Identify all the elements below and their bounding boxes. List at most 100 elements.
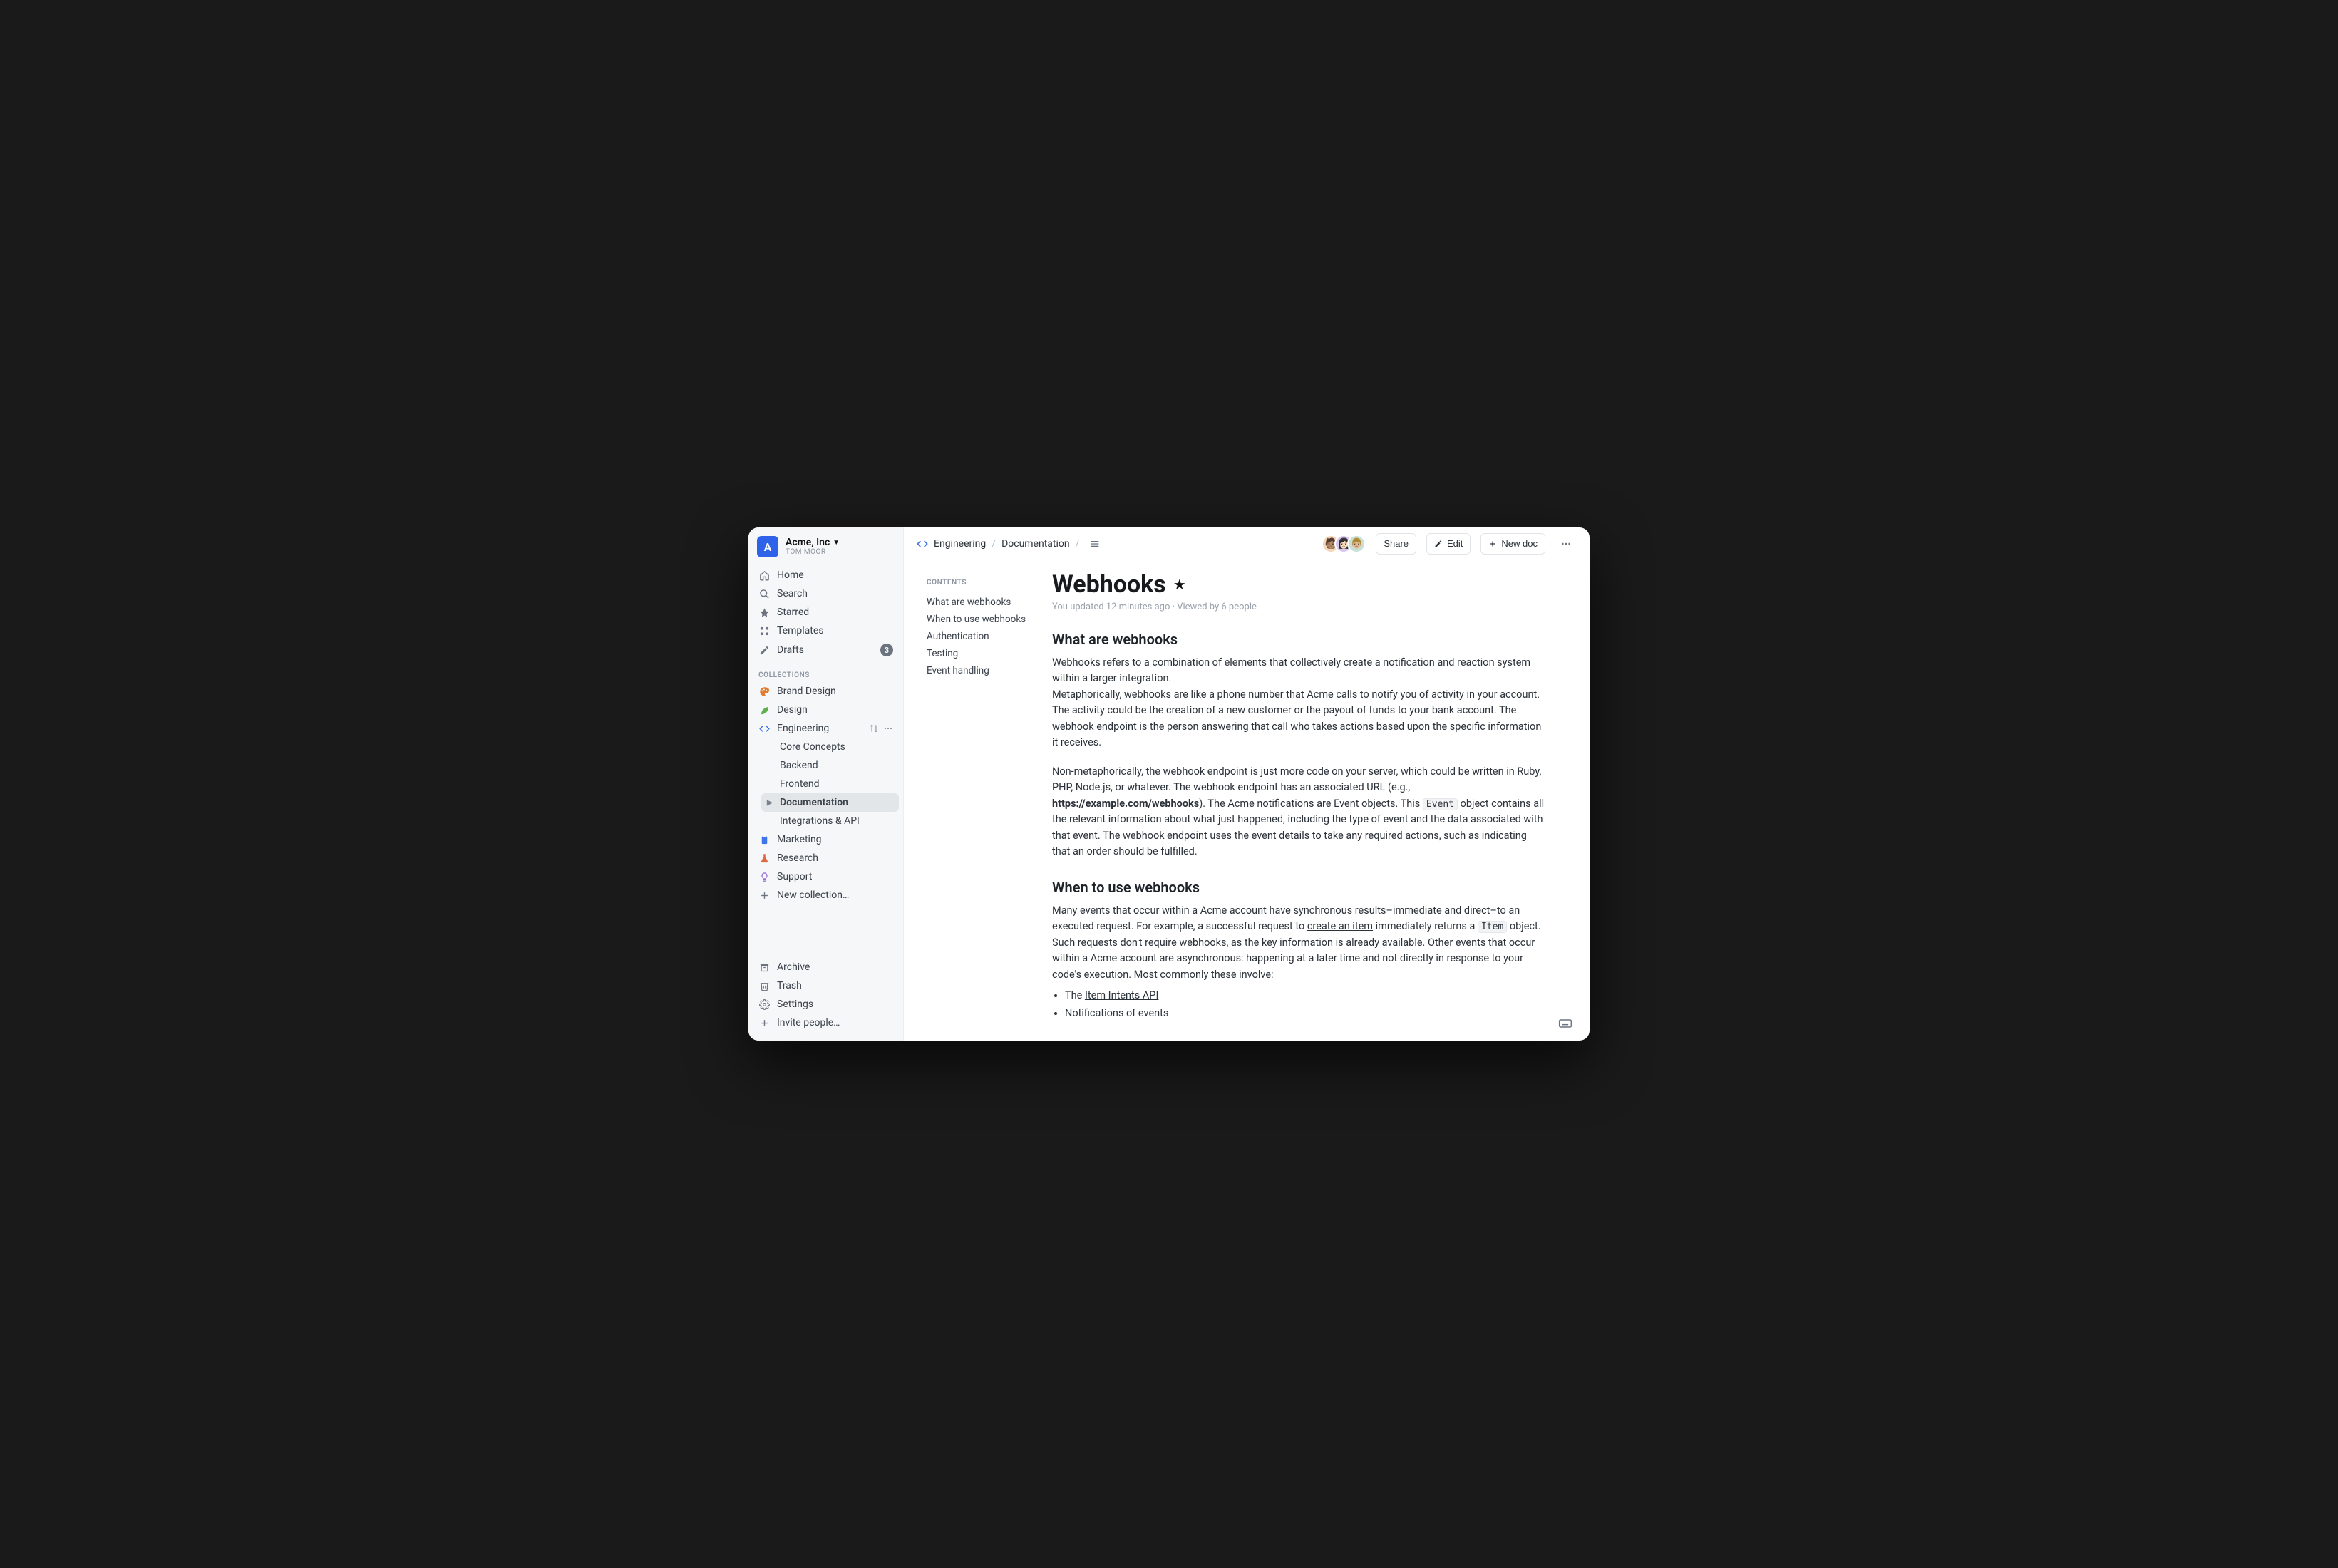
heading-when-to-use: When to use webhooks [1052, 879, 1545, 896]
main: Engineering / Documentation / 🧑🏽 👩🏻 👨🏼 S… [904, 527, 1590, 1041]
nav-settings[interactable]: Settings [753, 995, 899, 1013]
code-item: Item [1478, 921, 1507, 933]
text: ). The Acme notifications are [1199, 798, 1334, 810]
collection-brand-design[interactable]: Brand Design [753, 682, 899, 701]
workspace-badge: A [757, 536, 778, 557]
doc-core-concepts[interactable]: Core Concepts [761, 738, 899, 756]
toc-toggle-icon[interactable] [1089, 538, 1101, 550]
doc-integrations[interactable]: Integrations & API [761, 812, 899, 830]
text: objects. This [1359, 798, 1423, 810]
collection-engineering[interactable]: Engineering [753, 719, 899, 738]
search-icon [758, 589, 770, 599]
nav-settings-label: Settings [777, 999, 813, 1010]
toc-item[interactable]: Authentication [927, 628, 1046, 645]
document-meta: You updated 12 minutes ago · Viewed by 6… [1052, 602, 1545, 612]
text: The [1065, 989, 1085, 1001]
more-icon[interactable] [883, 723, 893, 733]
app-window: A Acme, Inc ▼ TOM MOOR Home Search [748, 527, 1590, 1041]
toc-heading: CONTENTS [927, 579, 1046, 587]
palette-icon [758, 686, 770, 697]
paragraph: Non-metaphorically, the webhook endpoint… [1052, 764, 1545, 860]
engineering-children: Core Concepts Backend Frontend Documenta… [757, 738, 903, 830]
workspace-name: Acme, Inc [786, 537, 830, 548]
list-item: The Item Intents API [1065, 987, 1545, 1005]
new-doc-label: New doc [1501, 538, 1538, 549]
text-bold: https://example.com/webhooks [1052, 798, 1199, 810]
collection-marketing[interactable]: Marketing [753, 830, 899, 849]
archive-icon [758, 962, 770, 973]
star-icon [758, 607, 770, 618]
doc-documentation[interactable]: Documentation [761, 793, 899, 812]
plus-icon [758, 1018, 770, 1028]
document-scroll[interactable]: Webhooks ★ You updated 12 minutes ago · … [1046, 560, 1590, 1041]
edit-label: Edit [1447, 538, 1463, 549]
breadcrumbs: Engineering / Documentation / [917, 538, 1079, 550]
toc-item[interactable]: Testing [927, 645, 1046, 662]
viewer-avatars[interactable]: 🧑🏽 👩🏻 👨🏼 [1322, 535, 1366, 553]
doc-label: Documentation [780, 797, 848, 808]
templates-icon [758, 626, 770, 636]
pencil-icon [1434, 540, 1443, 548]
flask-icon [758, 853, 770, 864]
gear-icon [758, 999, 770, 1010]
content-area: CONTENTS What are webhooks When to use w… [904, 560, 1590, 1041]
bullet-list: The Item Intents API Notifications of ev… [1065, 987, 1545, 1022]
link-event[interactable]: Event [1334, 798, 1359, 810]
heading-what-are-webhooks: What are webhooks [1052, 631, 1545, 648]
more-menu-button[interactable] [1555, 533, 1577, 555]
code-icon [917, 538, 928, 550]
collection-label: Design [777, 704, 808, 716]
collection-support[interactable]: Support [753, 867, 899, 886]
nav-archive[interactable]: Archive [753, 958, 899, 976]
share-button[interactable]: Share [1376, 533, 1416, 555]
nav-home[interactable]: Home [753, 566, 899, 584]
collection-design[interactable]: Design [753, 701, 899, 719]
pencil-icon [758, 645, 770, 656]
sidebar: A Acme, Inc ▼ TOM MOOR Home Search [748, 527, 904, 1041]
breadcrumb-engineering[interactable]: Engineering [934, 538, 986, 550]
nav-search[interactable]: Search [753, 584, 899, 603]
new-doc-button[interactable]: New doc [1480, 533, 1545, 555]
star-toggle-icon[interactable]: ★ [1173, 576, 1186, 593]
doc-frontend[interactable]: Frontend [761, 775, 899, 793]
keyboard-shortcuts-icon[interactable] [1558, 1016, 1572, 1031]
doc-label: Core Concepts [780, 741, 845, 753]
workspace-switcher[interactable]: A Acme, Inc ▼ TOM MOOR [748, 527, 903, 562]
doc-backend[interactable]: Backend [761, 756, 899, 775]
list-item: Notifications of events [1065, 1005, 1545, 1023]
nav-templates[interactable]: Templates [753, 621, 899, 640]
breadcrumb-documentation[interactable]: Documentation [1001, 538, 1070, 550]
toc-item[interactable]: What are webhooks [927, 594, 1046, 611]
paragraph: Many events that occur within a Acme acc… [1052, 903, 1545, 983]
toc-item[interactable]: Event handling [927, 662, 1046, 679]
nav-invite[interactable]: Invite people… [753, 1013, 899, 1032]
new-collection-label: New collection… [777, 889, 849, 901]
nav-starred[interactable]: Starred [753, 603, 899, 621]
text: Non-metaphorically, the webhook endpoint… [1052, 765, 1541, 793]
link-create-item[interactable]: create an item [1307, 920, 1373, 932]
collection-label: Brand Design [777, 686, 836, 697]
nav-templates-label: Templates [777, 625, 824, 636]
text: immediately returns a [1373, 920, 1478, 932]
doc-label: Backend [780, 760, 818, 771]
new-collection[interactable]: New collection… [753, 886, 899, 904]
caret-down-icon: ▼ [833, 539, 840, 547]
nav-drafts[interactable]: Drafts 3 [753, 640, 899, 660]
doc-label: Integrations & API [780, 815, 860, 827]
sort-icon[interactable] [869, 723, 879, 733]
document: Webhooks ★ You updated 12 minutes ago · … [1052, 570, 1545, 1022]
toc-item[interactable]: When to use webhooks [927, 611, 1046, 628]
collections-heading: COLLECTIONS [748, 661, 903, 682]
edit-button[interactable]: Edit [1426, 533, 1471, 555]
drafts-count-badge: 3 [880, 644, 893, 656]
code-event: Event [1423, 798, 1458, 810]
link-item-intents[interactable]: Item Intents API [1085, 989, 1158, 1001]
nav-home-label: Home [777, 569, 804, 581]
topbar: Engineering / Documentation / 🧑🏽 👩🏻 👨🏼 S… [904, 527, 1590, 560]
collection-research[interactable]: Research [753, 849, 899, 867]
nav-trash[interactable]: Trash [753, 976, 899, 995]
clipboard-icon [758, 835, 770, 845]
nav-search-label: Search [777, 588, 808, 599]
doc-label: Frontend [780, 778, 820, 790]
share-label: Share [1384, 538, 1409, 549]
